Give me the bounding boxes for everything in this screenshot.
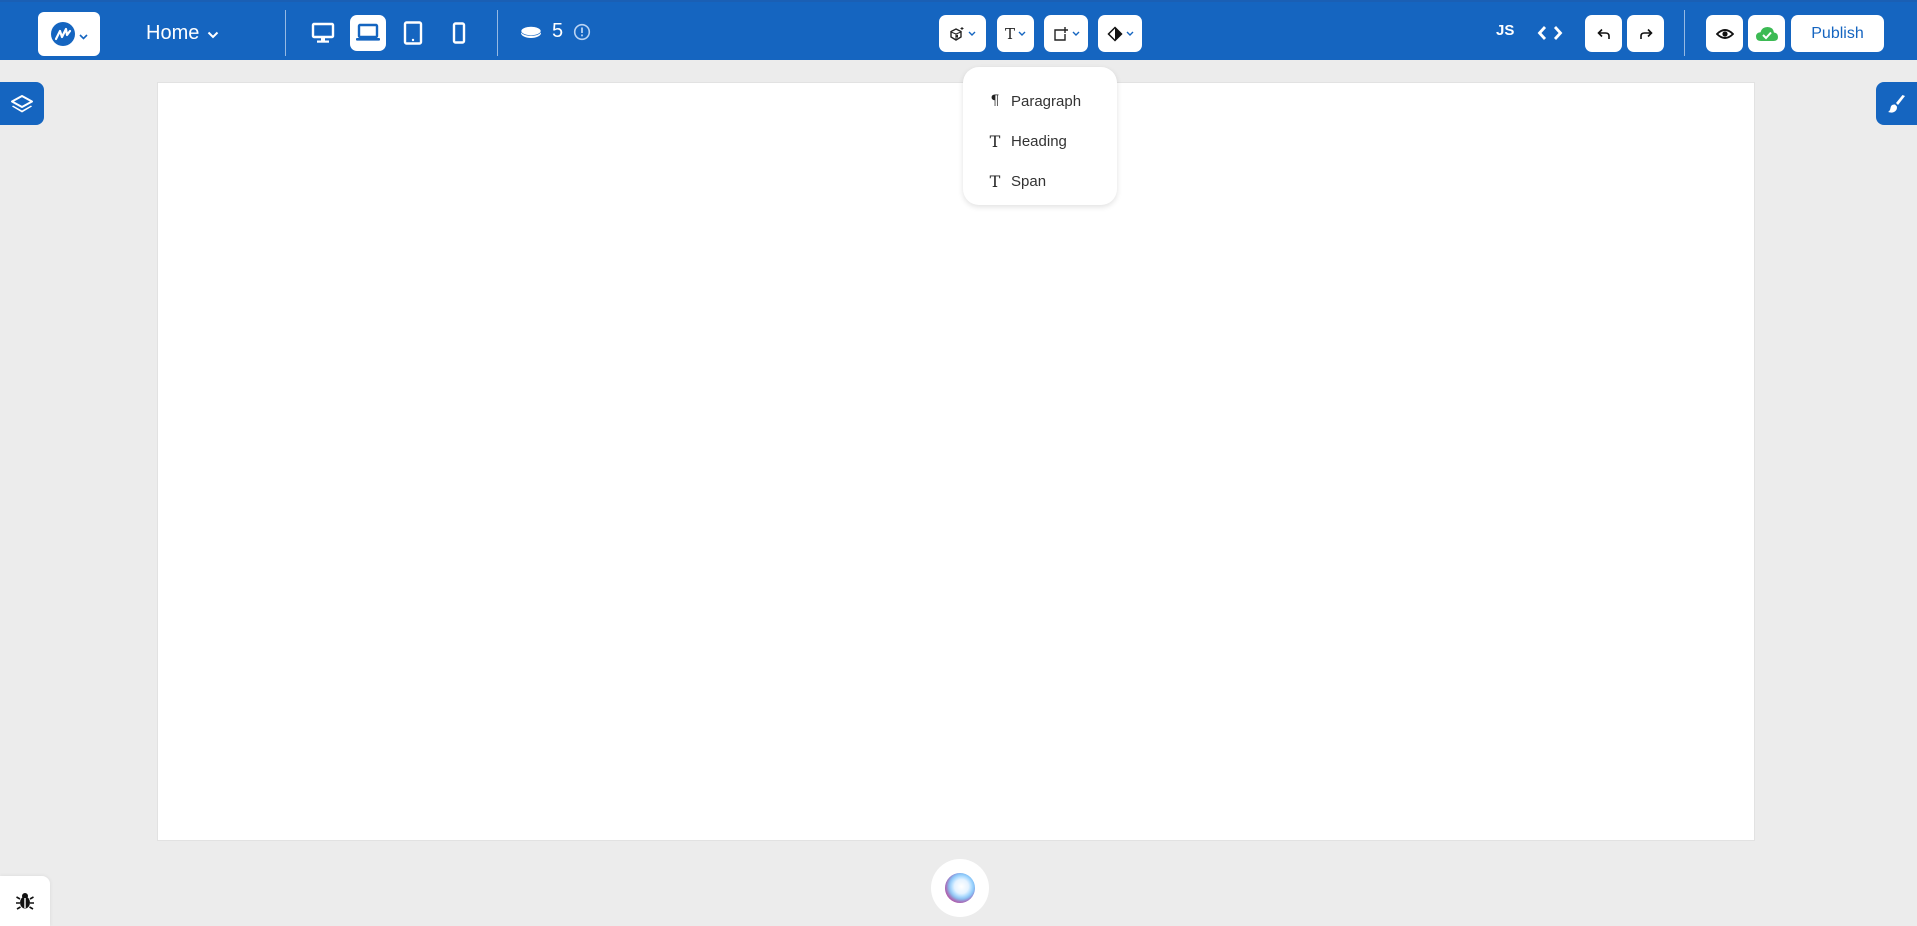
save-status-button[interactable]	[1748, 15, 1785, 52]
app-logo-icon	[50, 22, 75, 46]
add-element-dropdown-button[interactable]	[1044, 15, 1088, 52]
brush-icon	[1887, 94, 1905, 113]
heading-icon: T	[989, 131, 1001, 151]
layers-icon	[11, 94, 33, 112]
divider	[285, 10, 286, 56]
square-plus-icon	[1053, 26, 1068, 41]
mobile-icon	[452, 22, 466, 44]
device-tablet-button[interactable]	[395, 15, 431, 51]
page-selector[interactable]: Home	[146, 20, 219, 46]
chevron-down-icon	[1126, 31, 1133, 36]
app-menu-button[interactable]	[38, 12, 100, 56]
style-panel-toggle[interactable]	[1876, 82, 1917, 125]
coin-icon	[520, 25, 542, 38]
code-view-button[interactable]	[1536, 20, 1564, 46]
style-dropdown-button[interactable]	[1098, 15, 1142, 52]
layers-panel-toggle[interactable]	[0, 82, 44, 125]
redo-button[interactable]	[1627, 15, 1664, 52]
undo-button[interactable]	[1585, 15, 1622, 52]
contrast-diamond-icon	[1106, 25, 1123, 42]
code-brackets-icon	[1537, 26, 1563, 40]
menu-item-span[interactable]: T Span	[963, 161, 1117, 201]
desktop-icon	[311, 22, 335, 43]
credits-indicator[interactable]: 5	[520, 20, 591, 43]
tablet-icon	[403, 21, 423, 45]
redo-icon	[1639, 28, 1653, 39]
ai-assistant-button[interactable]	[931, 859, 989, 917]
publish-button[interactable]: Publish	[1791, 15, 1884, 52]
chevron-down-icon	[968, 31, 976, 36]
text-icon: T	[1004, 24, 1015, 43]
cube-add-icon	[950, 26, 964, 41]
span-icon: T	[989, 171, 1001, 191]
menu-item-label: Span	[1011, 172, 1047, 190]
debug-button[interactable]	[0, 876, 50, 926]
device-desktop-button[interactable]	[305, 15, 341, 51]
menu-item-paragraph[interactable]: ¶ Paragraph	[963, 81, 1117, 121]
chevron-down-icon	[78, 25, 88, 44]
js-button[interactable]: JS	[1496, 22, 1514, 39]
top-toolbar: Home 5 T JS Publish	[0, 0, 1917, 60]
ai-orb-icon	[945, 873, 975, 903]
text-element-menu: ¶ Paragraph T Heading T Span	[963, 67, 1117, 205]
divider	[497, 10, 498, 56]
eye-icon	[1715, 28, 1734, 39]
laptop-icon	[356, 23, 380, 41]
menu-item-label: Paragraph	[1011, 92, 1082, 110]
page-selector-label: Home	[146, 21, 200, 44]
chevron-down-icon	[1018, 31, 1026, 36]
device-mobile-button[interactable]	[441, 15, 477, 51]
chevron-down-icon	[1072, 31, 1079, 36]
text-dropdown-button[interactable]: T	[997, 15, 1034, 52]
menu-item-label: Heading	[1011, 132, 1067, 150]
paragraph-icon: ¶	[990, 93, 1000, 109]
divider	[1684, 10, 1685, 56]
chevron-down-icon	[207, 22, 219, 45]
device-laptop-button[interactable]	[350, 15, 386, 51]
bug-icon	[16, 893, 34, 910]
preview-button[interactable]	[1706, 15, 1743, 52]
credits-count: 5	[552, 20, 564, 42]
cloud-check-icon	[1755, 26, 1778, 41]
undo-icon	[1596, 28, 1610, 39]
menu-item-heading[interactable]: T Heading	[963, 121, 1117, 161]
info-circle-icon[interactable]	[573, 23, 591, 41]
components-dropdown-button[interactable]	[939, 15, 986, 52]
page-canvas[interactable]	[157, 82, 1755, 841]
